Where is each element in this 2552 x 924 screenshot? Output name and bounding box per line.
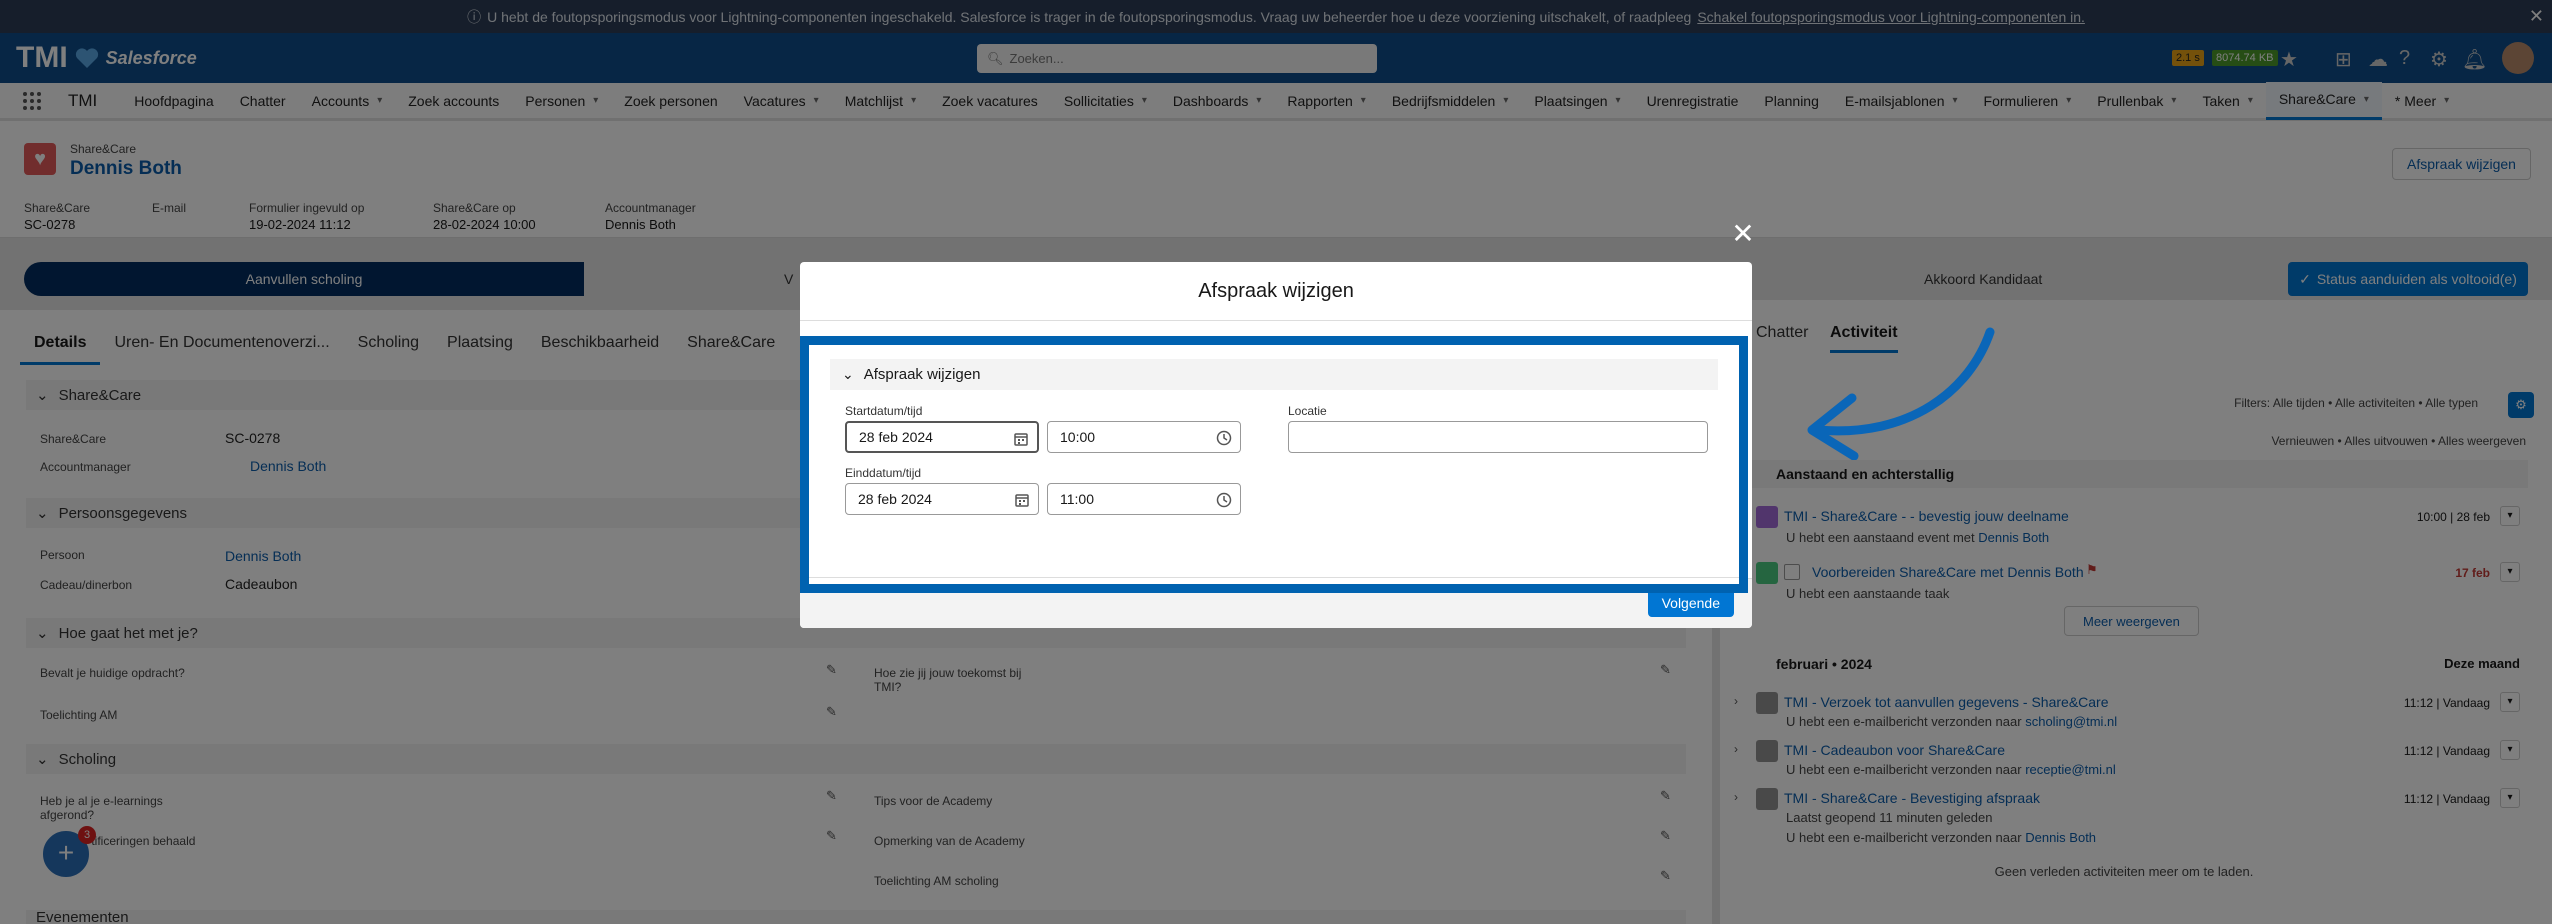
annotation-arrow-icon — [1807, 327, 1995, 460]
start-date-value: 28 feb 2024 — [859, 429, 933, 445]
end-label: Einddatum/tijd — [845, 466, 922, 480]
end-time-value: 11:00 — [1060, 491, 1094, 507]
calendar-icon[interactable] — [1014, 492, 1030, 508]
modal-close-icon[interactable]: ✕ — [1731, 220, 1755, 248]
chevron-down-icon: ⌄ — [842, 366, 854, 382]
end-date-value: 28 feb 2024 — [858, 491, 932, 507]
start-date-input[interactable]: 28 feb 2024 — [845, 421, 1039, 453]
end-time-input[interactable]: 11:00 — [1047, 483, 1241, 515]
form-section-title: Afspraak wijzigen — [863, 366, 981, 383]
location-input[interactable] — [1288, 421, 1708, 453]
end-date-input[interactable]: 28 feb 2024 — [845, 483, 1039, 515]
appointment-form: ⌄ Afspraak wijzigen Startdatum/tijd 28 f… — [800, 336, 1748, 593]
form-section-header[interactable]: ⌄ Afspraak wijzigen — [830, 359, 1718, 390]
divider — [809, 577, 1739, 578]
next-button[interactable]: Volgende — [1647, 589, 1734, 617]
start-label: Startdatum/tijd — [845, 404, 923, 418]
calendar-icon[interactable] — [1013, 431, 1029, 447]
clock-icon[interactable] — [1216, 492, 1232, 508]
modal-title: Afspraak wijzigen — [800, 262, 1752, 321]
start-time-input[interactable]: 10:00 — [1047, 421, 1241, 453]
location-label: Locatie — [1288, 404, 1327, 418]
clock-icon[interactable] — [1216, 430, 1232, 446]
start-time-value: 10:00 — [1060, 429, 1096, 445]
